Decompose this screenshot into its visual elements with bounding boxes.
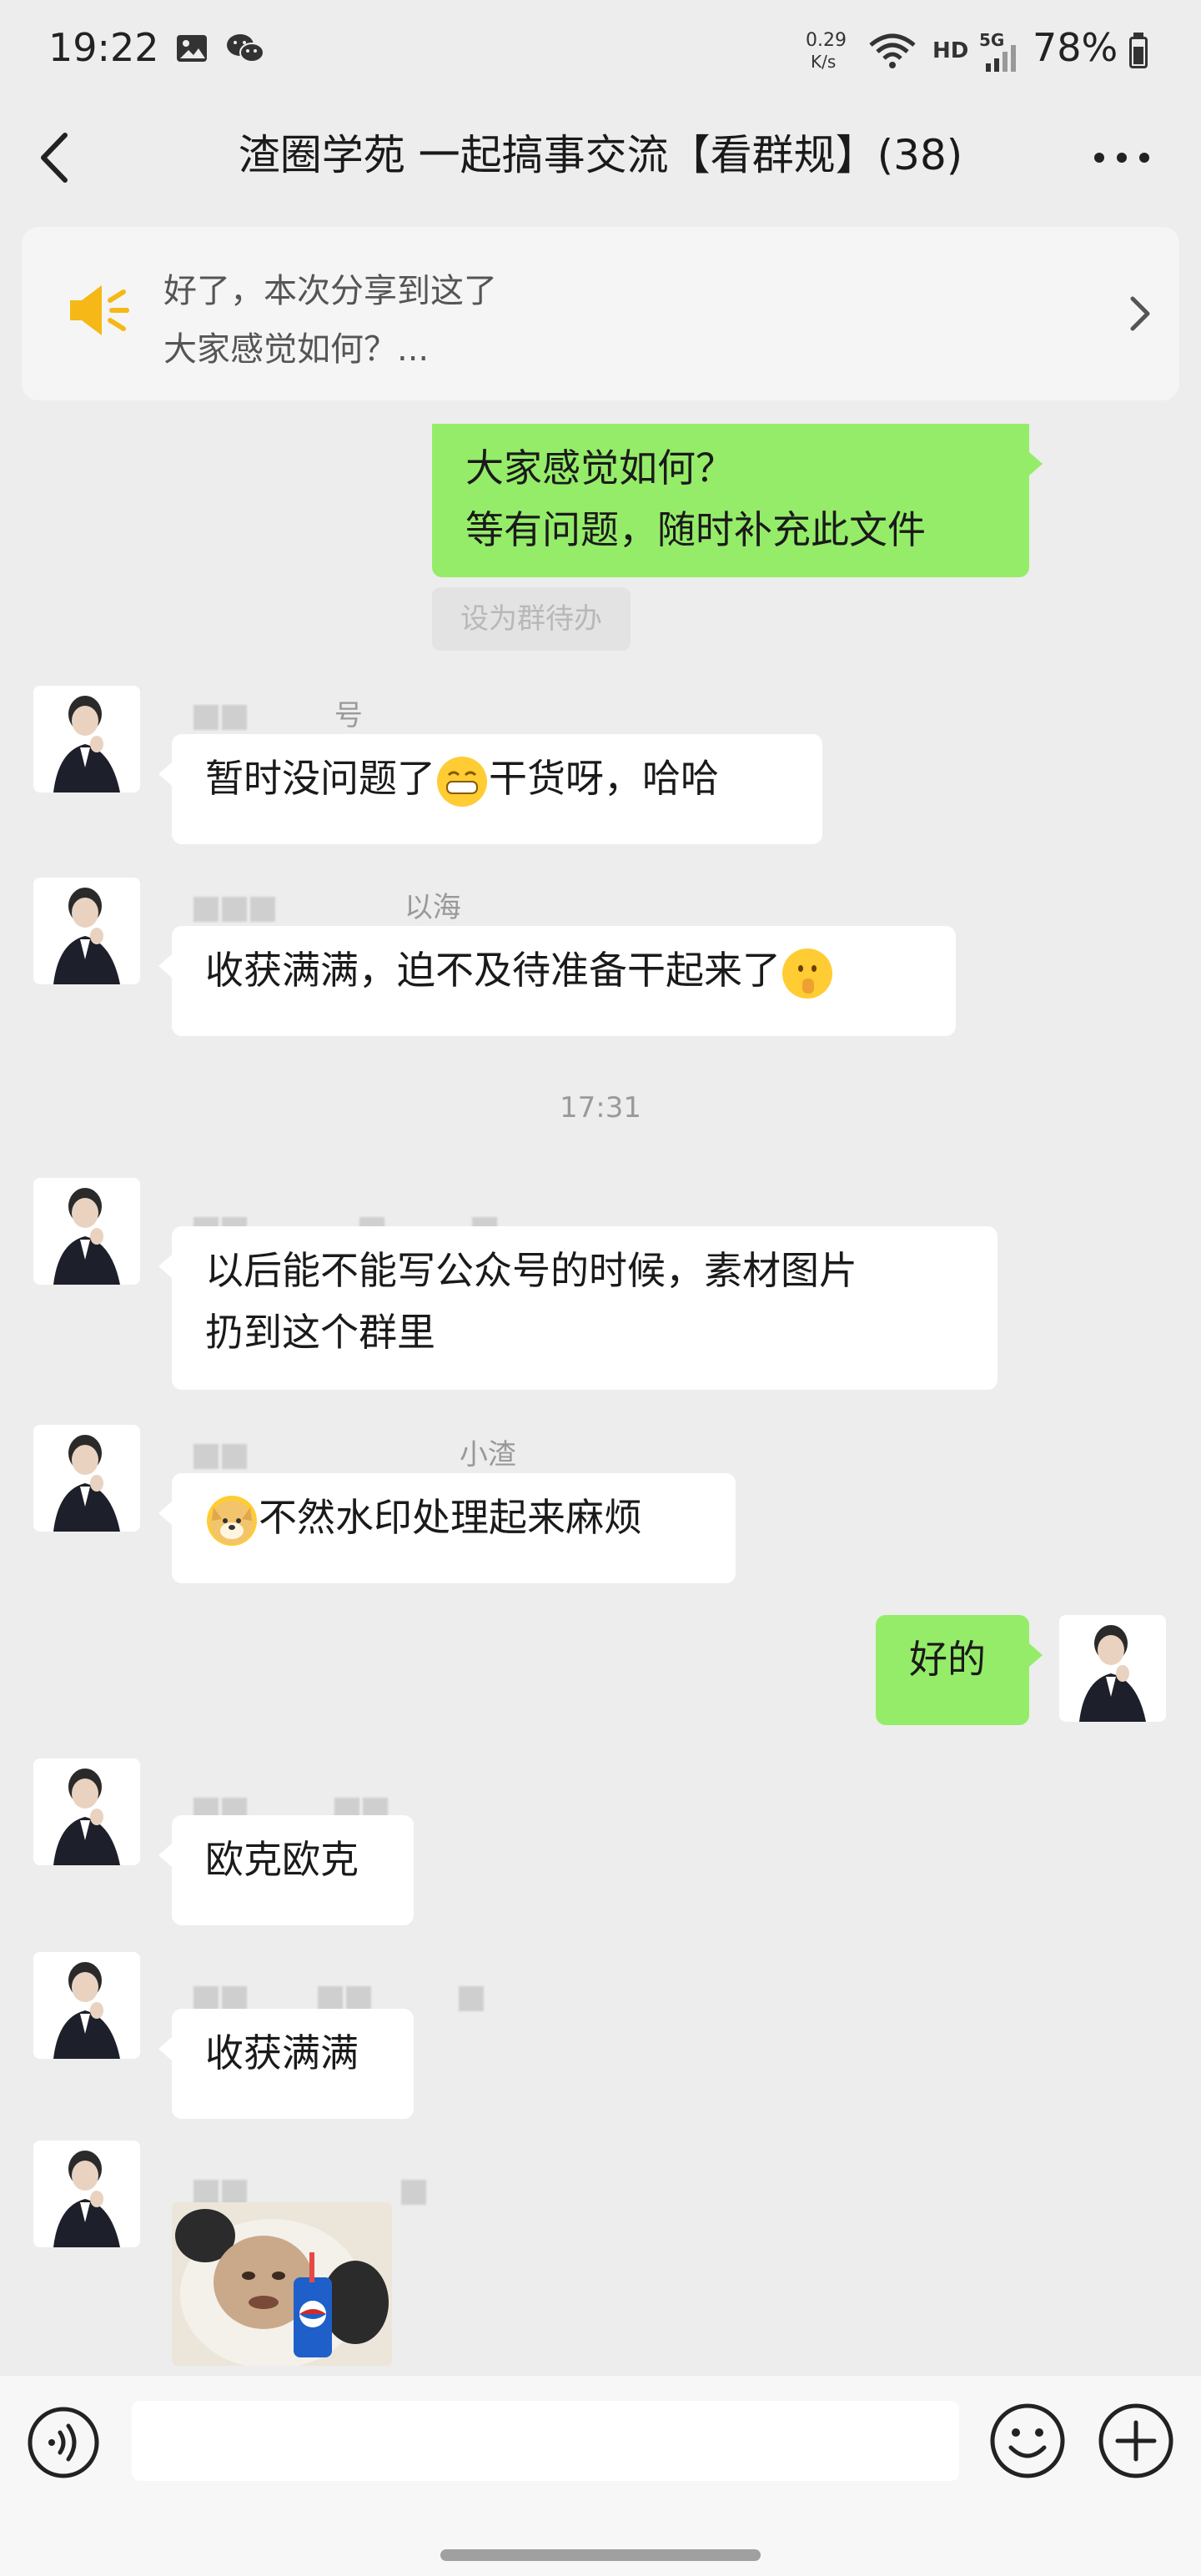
hd-label: HD [932,38,969,63]
blurred-name [345,1985,371,2011]
avatar-image [33,1952,140,2059]
battery-percent: 78% [1033,25,1118,70]
message-line: 大家感觉如何？ [465,445,734,491]
message-text: 干货呀，哈哈 [489,756,719,801]
blurred-name [193,896,219,922]
net-speed: 0.29 [806,30,847,51]
avatar-image [33,1758,140,1865]
home-indicator[interactable] [440,2549,761,2561]
blurred-name [193,1985,219,2011]
message-bubble-incoming[interactable]: 收获满满，迫不及待准备干起来了 [158,926,956,1036]
wifi-icon [869,33,916,68]
message-bubble-outgoing[interactable]: 大家感觉如何？ 等有问题，随时补充此文件 [432,424,1043,577]
avatar[interactable] [33,1425,140,1532]
pinned-text-line2: 大家感觉如何？... [163,330,430,369]
speaker-icon [70,285,129,335]
navigation-area [0,2509,1201,2576]
message-line: 等有问题，随时补充此文件 [465,507,926,552]
message-text: 收获满满，迫不及待准备干起来了 [205,948,781,993]
pinned-text-line1: 好了，本次分享到这了 [163,272,497,310]
avatar[interactable] [33,686,140,792]
avatar-image [33,1425,140,1532]
blurred-name [193,1443,219,1469]
sender-name: 小渣 [193,1431,516,1472]
message-bubble-incoming[interactable]: 欧克欧克 [158,1815,414,1925]
sender-name: 以海 [193,884,461,924]
avatar[interactable] [33,2141,140,2247]
chevron-right-icon [1130,296,1150,331]
sender-suffix: 小渣 [459,1438,516,1472]
message-input[interactable] [132,2401,959,2481]
blurred-name [458,1985,484,2011]
panda-sticker-image [172,2202,392,2366]
timestamp: 17:31 [560,1091,641,1124]
sender-suffix: 以海 [404,891,461,924]
sender-suffix: 号 [334,699,363,732]
message-bubble-incoming[interactable]: 不然水印处理起来麻烦 [158,1473,736,1583]
avatar[interactable] [33,1178,140,1285]
battery-icon [1129,37,1148,68]
blurred-name [222,1443,247,1469]
blurred-name [250,896,275,922]
doge-emoji [207,1495,257,1546]
status-bar: 19:22 0.29 K/s HD 5G 78% [0,0,1201,103]
shush-emoji [782,948,832,999]
panda-sticker[interactable] [172,2202,392,2366]
status-time: 19:22 [48,25,159,70]
avatar[interactable] [33,878,140,984]
avatar[interactable] [33,1758,140,1865]
blurred-name [193,704,219,730]
avatar-image [33,2141,140,2247]
blurred-name [222,704,247,730]
blurred-name [193,2179,219,2205]
blurred-name [222,2179,247,2205]
wechat-icon [227,34,264,63]
blurred-name [222,896,247,922]
title-bar: 渣圈学苑 一起搞事交流【看群规】(38) [0,103,1201,215]
blurred-name [222,1985,247,2011]
net-speed-unit: K/s [811,52,837,72]
grin-emoji [437,756,487,807]
avatar[interactable] [33,1952,140,2059]
signal-icon [986,45,1016,72]
message-text: 收获满满 [205,2030,359,2075]
message-bubble-incoming[interactable]: 收获满满 [158,2009,414,2119]
more-dots-icon[interactable] [1084,137,1159,179]
message-text: 不然水印处理起来麻烦 [259,1495,642,1540]
self-avatar[interactable] [1059,1615,1166,1722]
avatar-image [1059,1615,1166,1722]
set-group-todo-button[interactable]: 设为群待办 [432,587,631,651]
avatar-image [33,878,140,984]
message-text: 欧克欧克 [205,1837,359,1882]
input-bar [0,2376,1201,2509]
message-bubble-incoming[interactable]: 暂时没问题了 干货呀，哈哈 [158,734,822,844]
chat-area: 大家感觉如何？ 等有问题，随时补充此文件 设为群待办 号 暂时没问题了 干货呀，哈… [0,424,1201,2376]
battery-fill [1133,47,1143,64]
pinned-announcement[interactable]: 好了，本次分享到这了 大家感觉如何？... [22,227,1179,400]
message-bubble-outgoing[interactable]: 好的 [876,1615,1043,1725]
blurred-name [317,1985,343,2011]
message-text: 好的 [909,1637,986,1682]
smiley-icon[interactable] [989,2402,1066,2479]
avatar-image [33,1178,140,1285]
sender-name: 号 [193,692,363,732]
message-line: 以后能不能写公众号的时候，素材图片 [205,1248,857,1293]
plus-icon[interactable] [1098,2402,1174,2479]
avatar-image [33,686,140,792]
chat-title: 渣圈学苑 一起搞事交流【看群规】(38) [238,131,963,179]
chevron-left-icon[interactable] [32,128,82,187]
gallery-icon [177,35,207,62]
message-bubble-incoming[interactable]: 以后能不能写公众号的时候，素材图片 扔到这个群里 [158,1226,997,1390]
voice-icon[interactable] [27,2406,100,2479]
blurred-name [400,2179,426,2205]
message-text: 暂时没问题了 [205,756,435,801]
message-line: 扔到这个群里 [205,1310,435,1355]
